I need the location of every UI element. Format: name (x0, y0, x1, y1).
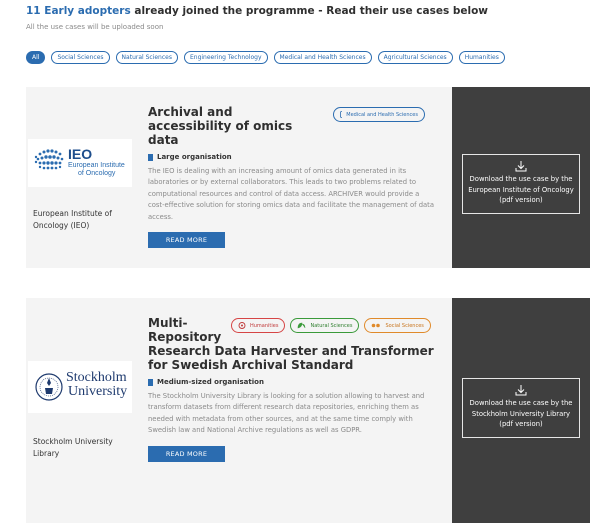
organisation-type: Large organisation (148, 153, 438, 161)
use-case-description: The IEO is dealing with an increasing am… (148, 167, 435, 221)
early-adopters-count: 11 Early adopters (26, 5, 131, 17)
social-sciences-icon (372, 323, 381, 328)
category-tag-label: Medical and Health Sciences (346, 111, 418, 118)
ieo-logo-text: IEO (68, 146, 93, 162)
organisation-type: Medium-sized organisation (148, 378, 438, 386)
ieo-logo-subtext-line1: European Institute (68, 162, 125, 169)
heading-text: already joined the programme - Read thei… (130, 5, 489, 17)
filter-chip-natural-sciences[interactable]: Natural Sciences (115, 51, 178, 64)
download-icon (515, 161, 527, 172)
page-heading: 11 Early adopters already joined the pro… (26, 5, 488, 17)
humanities-icon (238, 322, 246, 329)
use-case-card: IEO European Institute of Oncology Europ… (26, 87, 590, 268)
bookmark-icon (148, 378, 153, 386)
organisation-name: European Institute of Oncology (IEO) (33, 209, 112, 230)
use-case-description: The Stockholm University Library is look… (148, 392, 425, 435)
download-panel: Download the use case by the European In… (452, 87, 590, 268)
category-tag-social-sciences: Social Sciences (364, 318, 431, 333)
filter-chip-agricultural-sciences[interactable]: Agricultural Sciences (377, 51, 453, 64)
medical-icon (340, 111, 343, 118)
use-case-title-start: Multi-Repository (148, 316, 222, 344)
natural-sciences-icon (298, 322, 306, 329)
download-use-case-button[interactable]: Download the use case by the European In… (462, 154, 580, 214)
use-case-title-rest: Research Data Harvester and Transformer … (148, 344, 434, 372)
bookmark-icon (148, 153, 153, 161)
organisation-type-label: Large organisation (157, 153, 232, 161)
read-more-button[interactable]: READ MORE (148, 445, 225, 462)
use-case-title: Archival and accessibility of omics data (148, 105, 293, 147)
download-use-case-button[interactable]: Download the use case by the Stockholm U… (462, 378, 580, 438)
stockholm-university-logo: Stockholm University (28, 361, 132, 413)
use-case-title-row: Multi-Repository Humanities Natural Scie… (148, 316, 438, 344)
category-tag-label: Social Sciences (385, 322, 424, 329)
download-use-case-label: Download the use case by the Stockholm U… (469, 399, 573, 428)
filter-chip-social-sciences[interactable]: Social Sciences (51, 51, 110, 64)
filter-chip-all[interactable]: All (26, 51, 46, 64)
filter-chip-humanities[interactable]: Humanities (458, 51, 505, 64)
university-seal-icon (35, 373, 63, 401)
filter-chip-bar: All Social Sciences Natural Sciences Eng… (26, 51, 505, 64)
filter-chip-engineering-technology[interactable]: Engineering Technology (183, 51, 268, 64)
category-tag-medical-health-sciences: Medical and Health Sciences (333, 107, 425, 122)
category-tag-label: Natural Sciences (310, 322, 353, 329)
use-case-content: Archival and accessibility of omics data… (148, 105, 438, 249)
organisation-type-label: Medium-sized organisation (157, 378, 264, 386)
download-panel: Download the use case by the Stockholm U… (452, 298, 590, 523)
download-icon (515, 385, 527, 396)
download-use-case-label: Download the use case by the European In… (468, 175, 574, 204)
ieo-logo-subtext: European Institute of Oncology (68, 162, 125, 178)
stockholm-logo-line1: Stockholm (66, 370, 127, 385)
stockholm-logo-line2: University (68, 384, 128, 399)
use-case-content: Multi-Repository Humanities Natural Scie… (148, 316, 438, 462)
ieo-logo: IEO European Institute of Oncology (28, 139, 132, 187)
category-tag-natural-sciences: Natural Sciences (290, 318, 360, 333)
category-tag-label: Humanities (250, 322, 279, 329)
ieo-logo-subtext-line2: of Oncology (78, 170, 116, 177)
stockholm-logo-text: Stockholm University (66, 371, 127, 399)
use-case-card: Stockholm University Stockholm Universit… (26, 298, 590, 523)
category-tag-humanities: Humanities (231, 318, 286, 333)
organisation-name: Stockholm University Library (33, 437, 113, 458)
page-subheading: All the use cases will be uploaded soon (26, 23, 164, 31)
read-more-button[interactable]: READ MORE (148, 232, 225, 249)
filter-chip-medical-health-sciences[interactable]: Medical and Health Sciences (273, 51, 372, 64)
category-tags: Humanities Natural Sciences Social Scien… (231, 318, 431, 333)
